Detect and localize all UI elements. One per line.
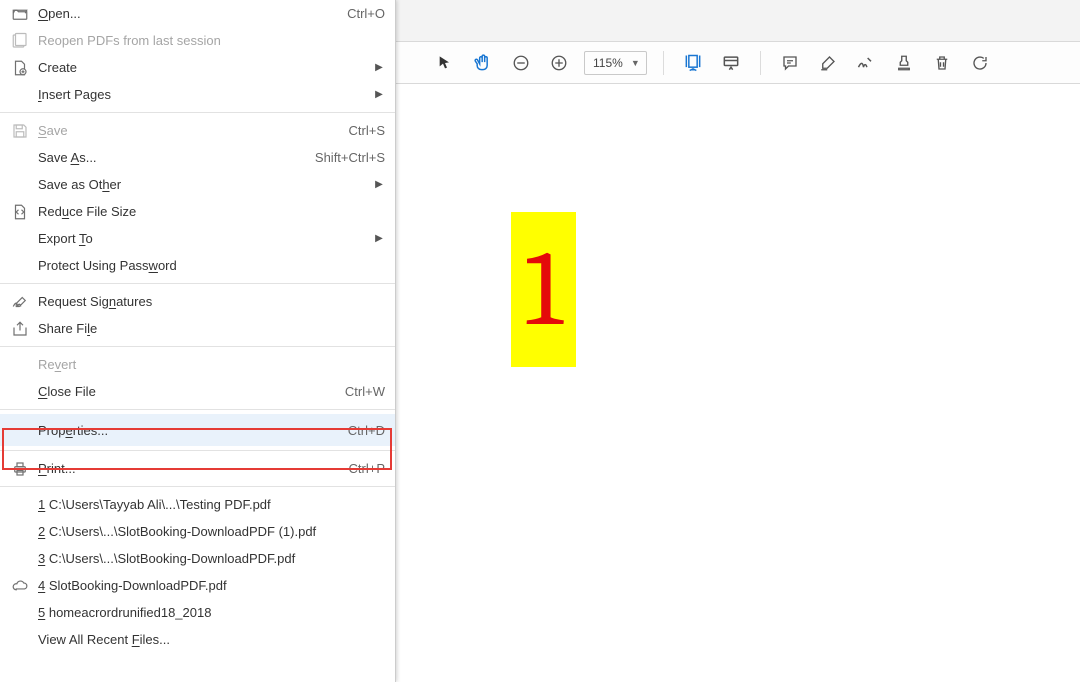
- menu-label: 1 C:\Users\Tayyab Ali\...\Testing PDF.pd…: [32, 497, 385, 512]
- menu-recent-1[interactable]: 1 C:\Users\Tayyab Ali\...\Testing PDF.pd…: [0, 491, 395, 518]
- menu-label: Revert: [32, 357, 385, 372]
- menu-save: Save Ctrl+S: [0, 117, 395, 144]
- menu-save-as[interactable]: Save As... Shift+Ctrl+S: [0, 144, 395, 171]
- caret-down-icon: ▼: [631, 58, 640, 68]
- zoom-out-button[interactable]: [502, 42, 540, 84]
- menu-label: Close File: [32, 384, 345, 399]
- menu-label: Print...: [32, 461, 349, 476]
- menu-label: Protect Using Password: [32, 258, 385, 273]
- menu-label: Save: [32, 123, 349, 138]
- menu-save-as-other[interactable]: Save as Other ▶: [0, 171, 395, 198]
- stamp-button[interactable]: [885, 42, 923, 84]
- toolbar-separator: [760, 51, 761, 75]
- menu-label: 4 SlotBooking-DownloadPDF.pdf: [32, 578, 385, 593]
- menu-separator: [0, 283, 395, 284]
- menu-label: Share File: [32, 321, 385, 336]
- zoom-select[interactable]: 115% ▼: [584, 51, 647, 75]
- menu-revert: Revert: [0, 351, 395, 378]
- create-icon: [8, 59, 32, 77]
- menu-label: Create: [32, 60, 373, 75]
- menu-label: Request Signatures: [32, 294, 385, 309]
- menu-share-file[interactable]: Share File: [0, 315, 395, 342]
- menu-reduce-file-size[interactable]: Reduce File Size: [0, 198, 395, 225]
- menu-label: 3 C:\Users\...\SlotBooking-DownloadPDF.p…: [32, 551, 385, 566]
- menu-label: 5 homeacrordrunified18_2018: [32, 605, 385, 620]
- menu-shortcut: Ctrl+O: [347, 6, 385, 21]
- menu-recent-2[interactable]: 2 C:\Users\...\SlotBooking-DownloadPDF (…: [0, 518, 395, 545]
- arrow-tool-button[interactable]: [426, 42, 464, 84]
- file-menu: Open... Ctrl+O Reopen PDFs from last ses…: [0, 0, 396, 682]
- menu-shortcut: Shift+Ctrl+S: [315, 150, 385, 165]
- menu-close-file[interactable]: Close File Ctrl+W: [0, 378, 395, 405]
- menu-shortcut: Ctrl+P: [349, 461, 385, 476]
- menu-label: Reduce File Size: [32, 204, 385, 219]
- menu-label: Export To: [32, 231, 373, 246]
- menu-view-all-recent[interactable]: View All Recent Files...: [0, 626, 395, 653]
- submenu-arrow-icon: ▶: [373, 233, 385, 244]
- menu-label: Save As...: [32, 150, 315, 165]
- menu-separator: [0, 346, 395, 347]
- submenu-arrow-icon: ▶: [373, 89, 385, 100]
- menu-recent-4[interactable]: 4 SlotBooking-DownloadPDF.pdf: [0, 572, 395, 599]
- menu-separator: [0, 486, 395, 487]
- draw-sign-button[interactable]: [847, 42, 885, 84]
- signature-icon: [8, 293, 32, 311]
- zoom-value: 115%: [593, 56, 623, 70]
- menu-label: Reopen PDFs from last session: [32, 33, 385, 48]
- reopen-icon: [8, 32, 32, 50]
- titlebar-strip: [396, 0, 1080, 42]
- menu-label: Open...: [32, 6, 347, 21]
- menu-separator: [0, 112, 395, 113]
- menu-open[interactable]: Open... Ctrl+O: [0, 0, 395, 27]
- menu-label: 2 C:\Users\...\SlotBooking-DownloadPDF (…: [32, 524, 385, 539]
- print-icon: [8, 460, 32, 478]
- page-number-stamp: 1: [511, 212, 576, 367]
- toolbar-separator: [663, 51, 664, 75]
- menu-insert-pages[interactable]: Insert Pages ▶: [0, 81, 395, 108]
- menu-export-to[interactable]: Export To ▶: [0, 225, 395, 252]
- menu-shortcut: Ctrl+S: [349, 123, 385, 138]
- menu-reopen-pdfs: Reopen PDFs from last session: [0, 27, 395, 54]
- zoom-in-button[interactable]: [540, 42, 578, 84]
- save-icon: [8, 122, 32, 140]
- menu-separator: [0, 409, 395, 410]
- menu-shortcut: Ctrl+W: [345, 384, 385, 399]
- menu-protect-password[interactable]: Protect Using Password: [0, 252, 395, 279]
- menu-separator: [0, 450, 395, 451]
- main-toolbar: 115% ▼: [396, 42, 1080, 84]
- submenu-arrow-icon: ▶: [373, 179, 385, 190]
- menu-label: Save as Other: [32, 177, 373, 192]
- hand-tool-button[interactable]: [464, 42, 502, 84]
- share-icon: [8, 320, 32, 338]
- menu-recent-3[interactable]: 3 C:\Users\...\SlotBooking-DownloadPDF.p…: [0, 545, 395, 572]
- menu-print[interactable]: Print... Ctrl+P: [0, 455, 395, 482]
- read-mode-button[interactable]: [712, 42, 750, 84]
- fit-width-button[interactable]: [674, 42, 712, 84]
- menu-label: View All Recent Files...: [32, 632, 385, 647]
- cloud-icon: [8, 577, 32, 595]
- document-view[interactable]: 1: [396, 84, 1080, 682]
- delete-button[interactable]: [923, 42, 961, 84]
- submenu-arrow-icon: ▶: [373, 62, 385, 73]
- menu-properties[interactable]: Properties... Ctrl+D: [0, 414, 395, 446]
- rotate-button[interactable]: [961, 42, 999, 84]
- menu-recent-5[interactable]: 5 homeacrordrunified18_2018: [0, 599, 395, 626]
- sticky-note-button[interactable]: [771, 42, 809, 84]
- open-icon: [8, 5, 32, 23]
- menu-shortcut: Ctrl+D: [348, 423, 385, 438]
- reduce-file-size-icon: [8, 203, 32, 221]
- menu-label: Properties...: [32, 423, 348, 438]
- menu-label: Insert Pages: [32, 87, 373, 102]
- highlight-button[interactable]: [809, 42, 847, 84]
- menu-create[interactable]: Create ▶: [0, 54, 395, 81]
- menu-request-signatures[interactable]: Request Signatures: [0, 288, 395, 315]
